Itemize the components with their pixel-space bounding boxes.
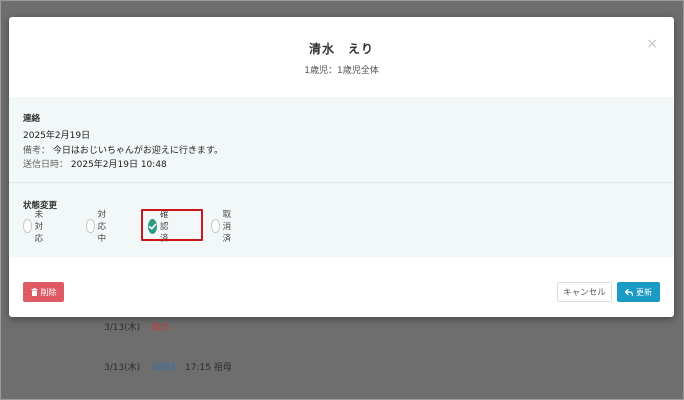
modal-title: 清水 えり bbox=[308, 42, 374, 56]
update-button[interactable]: 更新 bbox=[617, 282, 660, 302]
contact-sent-time: 送信日時： 2025年2月19日 10:48 bbox=[23, 157, 167, 170]
status-option-label: 取消済 bbox=[222, 210, 232, 244]
modal-subtitle: 1歳児：1歳児全体 bbox=[304, 66, 379, 76]
list-item-status: 病欠 bbox=[151, 323, 170, 333]
status-option-cancelled[interactable]: 取消済 bbox=[211, 210, 237, 244]
status-option-label: 未対応 bbox=[34, 210, 44, 244]
delete-button-label: 削除 bbox=[40, 287, 57, 297]
list-item-status: お迎え bbox=[151, 363, 179, 373]
trash-icon bbox=[31, 288, 37, 296]
note-label: 備考： bbox=[23, 146, 51, 156]
list-item: 3/13(木) お迎え 17:15 祖母 bbox=[104, 360, 232, 373]
sent-value: 2025年2月19日 10:48 bbox=[70, 160, 167, 170]
contact-date: 2025年2月19日 bbox=[23, 131, 91, 141]
contact-detail-modal: 清水 えり 1歳児：1歳児全体 × 連絡 2025年2月19日 備考： 今日はお… bbox=[9, 17, 674, 317]
update-button-label: 更新 bbox=[636, 287, 652, 297]
list-item-time: 17:15 祖母 bbox=[185, 363, 232, 373]
cancel-button[interactable]: キャンセル bbox=[557, 282, 612, 302]
radio-unchecked-icon[interactable] bbox=[211, 219, 220, 233]
radio-unchecked-icon[interactable] bbox=[86, 219, 95, 233]
contact-note: 備考： 今日はおじいちゃんがお迎えに行きます。 bbox=[23, 143, 223, 156]
status-option-label: 対応中 bbox=[97, 210, 107, 244]
delete-button[interactable]: 削除 bbox=[23, 282, 64, 302]
section-divider bbox=[9, 182, 674, 183]
modal-body: 連絡 2025年2月19日 備考： 今日はおじいちゃんがお迎えに行きます。 送信… bbox=[9, 97, 674, 257]
radio-unchecked-icon[interactable] bbox=[23, 219, 32, 233]
modal-header: 清水 えり 1歳児：1歳児全体 × bbox=[9, 17, 674, 97]
selected-option-highlight bbox=[141, 209, 203, 241]
status-option-unhandled[interactable]: 未対応 bbox=[23, 210, 49, 244]
list-item-date: 3/13(木) bbox=[104, 323, 141, 333]
modal-footer: 削除 キャンセル 更新 bbox=[9, 257, 674, 317]
list-item: 3/13(木) 病欠 bbox=[104, 320, 169, 333]
sent-label: 送信日時： bbox=[23, 160, 69, 170]
list-item-date: 3/13(木) bbox=[104, 363, 141, 373]
close-icon[interactable]: × bbox=[646, 37, 658, 51]
status-option-in-progress[interactable]: 対応中 bbox=[86, 210, 112, 244]
contact-section-label: 連絡 bbox=[23, 114, 41, 124]
note-text: 今日はおじいちゃんがお迎えに行きます。 bbox=[52, 146, 223, 156]
reply-arrow-icon bbox=[625, 288, 633, 296]
